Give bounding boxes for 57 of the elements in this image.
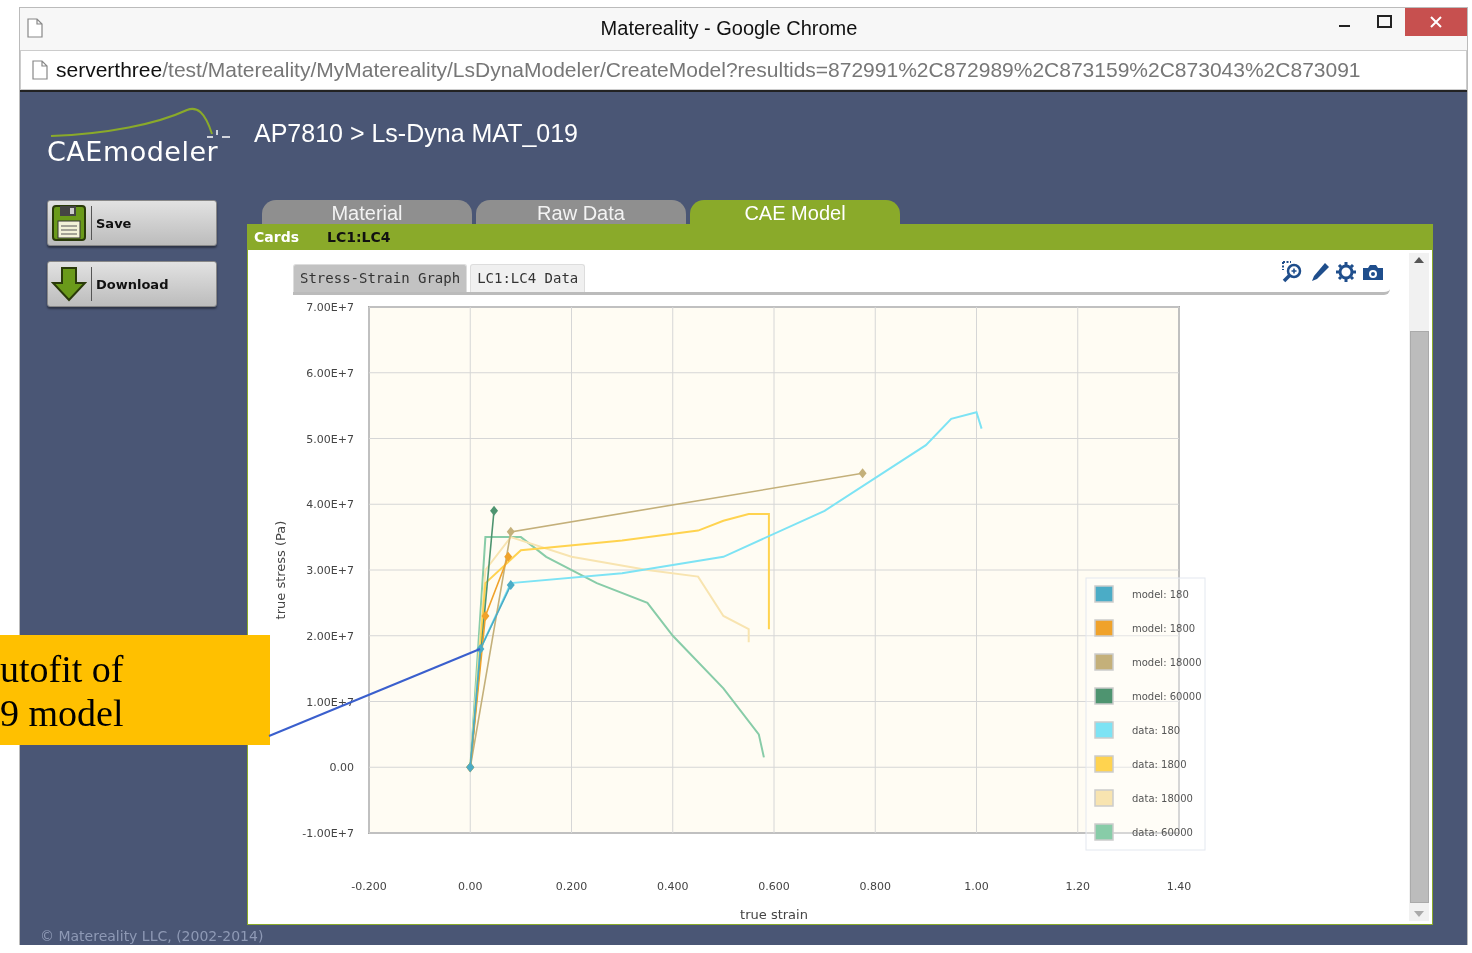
page-icon bbox=[32, 60, 48, 80]
legend-label: data: 180 bbox=[1132, 725, 1181, 736]
point-marker bbox=[476, 643, 485, 654]
legend-label: model: 60000 bbox=[1132, 691, 1202, 702]
cards-value: LC1:LC4 bbox=[327, 229, 391, 245]
point-marker bbox=[506, 580, 515, 591]
callout-text: utofit of bbox=[0, 647, 124, 691]
axis-tick-label: 1.40 bbox=[1166, 880, 1192, 893]
axis-tick-label: 7.00E+7 bbox=[306, 301, 354, 314]
axis-tick-label: 2.00E+7 bbox=[306, 629, 354, 643]
address-bar[interactable]: serverthree/test/Matereality/MyMatereality/LsDynaModeler/CreateModel?resultids=872991%2C872989%2C873159%2C873043%2C873091 bbox=[20, 50, 1467, 90]
axis-tick-label: 4.00E+7 bbox=[306, 498, 354, 512]
close-button[interactable] bbox=[1405, 8, 1467, 36]
axis-title: true stress (Pa) bbox=[273, 520, 288, 620]
legend-label: model: 1800 bbox=[1132, 623, 1196, 634]
axis-tick-label: 0.00 bbox=[329, 761, 354, 775]
point-marker bbox=[481, 611, 490, 622]
axis-tick-label: 1.20 bbox=[1065, 880, 1090, 893]
page-icon bbox=[27, 18, 43, 38]
subtab[interactable]: LC1:LC4 Data bbox=[470, 264, 586, 292]
copyright-text: © Matereality LLC, (2002-2014) bbox=[40, 927, 264, 945]
axis-tick-label: 0.400 bbox=[657, 880, 689, 893]
settings-icon[interactable] bbox=[1336, 262, 1356, 282]
axis-tick-label: 1.00E+7 bbox=[306, 695, 354, 709]
point-marker bbox=[858, 468, 867, 479]
logo: CAEmodeler bbox=[47, 104, 237, 167]
window-title: Matereality - Google Chrome bbox=[599, 16, 859, 40]
down-arrow-icon bbox=[51, 266, 87, 302]
axis-tick-label: 5.00E+7 bbox=[306, 432, 354, 446]
axis-tick-label: 0.200 bbox=[555, 880, 588, 893]
axis-title: true strain bbox=[740, 907, 808, 922]
axis-tick-label: 6.00E+7 bbox=[306, 366, 354, 380]
axis-tick-label: 3.00E+7 bbox=[306, 564, 354, 577]
url-text: serverthree/test/Matereality/MyMatereality/LsDynaModeler/CreateModel?resultids=872991%2C872989%2C873159%2C873043%2C873091 bbox=[56, 58, 1361, 82]
axis-tick-label: -0.200 bbox=[351, 880, 387, 893]
legend-label: data: 1800 bbox=[1132, 759, 1187, 770]
point-marker bbox=[490, 505, 499, 516]
save-button[interactable]: Save bbox=[47, 200, 217, 246]
legend-label: data: 60000 bbox=[1132, 827, 1193, 838]
axis-tick-label: 0.600 bbox=[758, 880, 790, 893]
axis-tick-label: 0.00 bbox=[458, 880, 483, 893]
zoom-icon[interactable] bbox=[1282, 261, 1304, 283]
axis-tick-label: 1.00 bbox=[964, 880, 989, 893]
camera-icon[interactable] bbox=[1362, 263, 1384, 281]
point-marker bbox=[504, 551, 513, 562]
legend-label: model: 180 bbox=[1132, 589, 1189, 600]
point-marker bbox=[506, 526, 515, 537]
pencil-icon[interactable] bbox=[1310, 262, 1330, 282]
cards-label: Cards bbox=[254, 229, 299, 245]
subtab[interactable]: Stress-Strain Graph bbox=[293, 264, 468, 292]
legend-label: data: 18000 bbox=[1132, 793, 1193, 804]
download-button[interactable]: Download bbox=[47, 261, 217, 307]
callout-text: 9 model bbox=[0, 691, 124, 735]
legend-label: model: 18000 bbox=[1132, 657, 1202, 668]
axis-tick-label: 0.800 bbox=[859, 880, 891, 893]
breadcrumb: AP7810 > Ls-Dyna MAT_019 bbox=[254, 119, 579, 148]
axis-tick-label: -1.00E+7 bbox=[302, 827, 354, 840]
